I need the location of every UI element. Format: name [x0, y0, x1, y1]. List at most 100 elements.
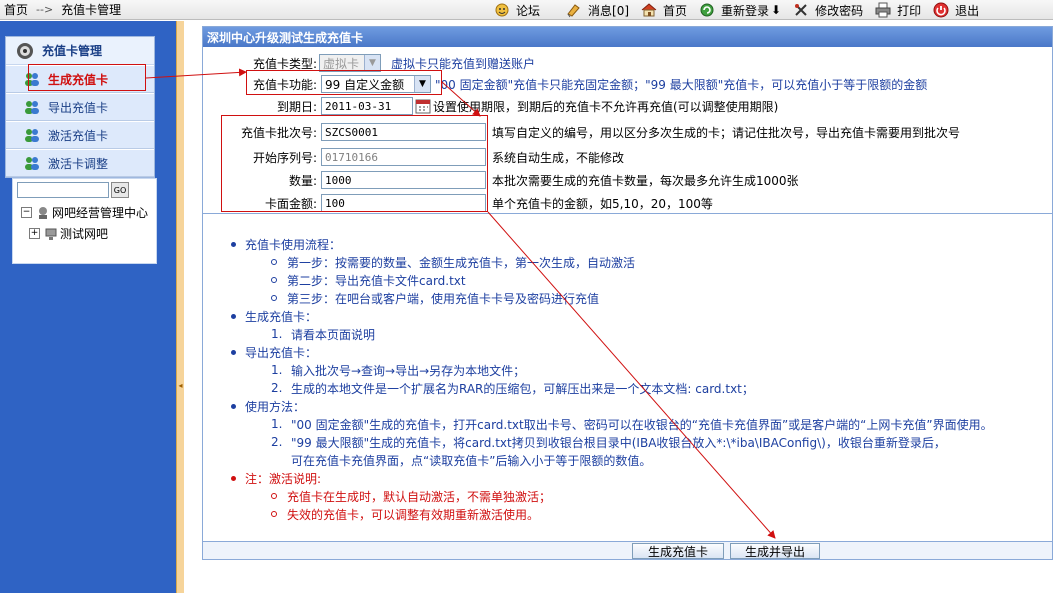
circle-bullet-icon [271, 493, 277, 499]
circle-bullet-icon [271, 259, 277, 265]
exit-icon [933, 2, 949, 18]
instruction-heading: 使用方法： [231, 397, 1031, 415]
sidebar-splitter[interactable]: ◂ [176, 21, 184, 593]
sidebar-title: 充值卡管理 [42, 44, 103, 58]
expire-hint: 设置使用期限，到期后的充值卡不允许再充值(可以调整使用期限) [433, 99, 779, 114]
breadcrumb-home[interactable]: 首页 [4, 1, 28, 18]
splitter-grip-icon[interactable]: ◂ [177, 381, 184, 393]
instruction-text: 失效的充值卡，可以调整有效期重新激活使用。 [287, 507, 540, 522]
network-icon [39, 206, 47, 219]
start-serial-hint: 系统自动生成，不能修改 [492, 150, 625, 165]
home-label: 首页 [663, 3, 688, 18]
card-type-hint: 虚拟卡只能充值到赠送账户 [391, 56, 536, 71]
instruction-item: 第二步：导出充值卡文件card.txt [231, 271, 1031, 289]
computer-icon [45, 228, 57, 240]
tree-panel: GO − 网吧经营管理中心 + 测试网吧 [12, 178, 157, 264]
relogin-link[interactable]: 重新登录 ⬇ [699, 2, 781, 19]
instruction-text: 充值卡在生成时，默认自动激活，不需单独激活； [287, 489, 552, 504]
instruction-heading: 充值卡使用流程： [231, 235, 1031, 253]
instruction-text: 生成充值卡： [245, 309, 318, 324]
tree-node-center[interactable]: − 网吧经营管理中心 [21, 204, 148, 221]
change-password-link[interactable]: 修改密码 [793, 2, 863, 19]
instruction-item: 第三步：在吧台或客户端，使用充值卡卡号及密码进行充值 [231, 289, 1031, 307]
face-value-hint: 单个充值卡的金额，如5,10，20，100等 [492, 196, 713, 211]
instruction-heading: 导出充值卡： [231, 343, 1031, 361]
sidebar-item-activate-card[interactable]: 激活充值卡 [6, 121, 154, 149]
card-manage-icon [17, 42, 33, 59]
sidebar-item-label: 导出充值卡 [48, 100, 109, 115]
instruction-number: 1. [271, 417, 283, 431]
button-bar: 生成充值卡 生成并导出 [203, 541, 1052, 559]
message-link[interactable]: 消息[0] [566, 2, 629, 19]
users-icon [25, 129, 39, 142]
generate-card-button[interactable]: 生成充值卡 [632, 543, 724, 559]
instruction-number: 1. [271, 327, 283, 341]
expand-toggle-icon[interactable]: + [29, 228, 40, 239]
tree-search-input[interactable] [17, 182, 109, 198]
tree-node-test-bar[interactable]: + 测试网吧 [29, 225, 108, 242]
collapse-toggle-icon[interactable]: − [21, 207, 32, 218]
sidebar-item-adjust-card[interactable]: 激活卡调整 [6, 149, 154, 177]
annotation-box-function [246, 70, 442, 95]
instruction-text: 充值卡使用流程： [245, 237, 342, 252]
expire-row: 到期日: 2011-03-31 设置使用期限，到期后的充值卡不允许再充值(可以调… [203, 97, 778, 115]
message-icon [567, 4, 580, 18]
instruction-text: 导出充值卡： [245, 345, 318, 360]
batch-hint: 填写自定义的编号，用以区分多次生成的卡；请记住批次号，导出充值卡需要用到批次号 [492, 125, 961, 140]
relogin-icon [700, 3, 714, 17]
forum-icon [495, 3, 509, 17]
breadcrumb: 首页 --> 充值卡管理 [0, 1, 121, 18]
bullet-icon [231, 403, 236, 409]
expire-date-input[interactable]: 2011-03-31 [321, 97, 413, 115]
relogin-label: 重新登录 [721, 3, 770, 18]
instruction-text: 输入批次号→查询→导出→另存为本地文件； [291, 363, 526, 378]
panel-title: 深圳中心升级测试生成充值卡 [203, 27, 1052, 47]
top-menu: 论坛 消息[0] 首页 重新登录 ⬇ 修改密码 打印 退出 [494, 0, 991, 20]
exit-link[interactable]: 退出 [933, 2, 979, 19]
circle-bullet-icon [271, 511, 277, 517]
instruction-item: 第一步：按需要的数量、金额生成充值卡，第一次生成，自动激活 [231, 253, 1031, 271]
instruction-item: 2. "99 最大限额"生成的充值卡，将card.txt拷贝到收银台根目录中(IB… [231, 433, 1031, 451]
instruction-item: 可在充值卡充值界面，点“读取充值卡”后输入小于等于限额的数值。 [231, 451, 1031, 469]
exit-label: 退出 [955, 3, 980, 18]
sidebar-item-export-card[interactable]: 导出充值卡 [6, 93, 154, 121]
annotation-box-fields [221, 115, 488, 212]
change-password-label: 修改密码 [815, 3, 864, 18]
instruction-number: 1. [271, 363, 283, 377]
tree-node-label: 测试网吧 [60, 227, 109, 241]
home-link[interactable]: 首页 [641, 2, 687, 19]
sidebar: 充值卡管理 生成充值卡 导出充值卡 激活充值卡 激活卡调整 GO − 网吧经营管… [0, 21, 176, 593]
instruction-heading: 注：激活说明: [231, 469, 1031, 487]
form-divider [203, 213, 1052, 214]
go-button[interactable]: GO [111, 182, 129, 198]
circle-bullet-icon [271, 295, 277, 301]
print-label: 打印 [897, 3, 922, 18]
instruction-text: "99 最大限额"生成的充值卡，将card.txt拷贝到收银台根目录中(IBA收… [291, 435, 946, 450]
expire-label: 到期日: [276, 99, 317, 114]
message-label: 消息[0] [588, 3, 630, 18]
sidebar-header[interactable]: 充值卡管理 [6, 37, 154, 65]
forum-link[interactable]: 论坛 [494, 2, 540, 19]
tree-node-label: 网吧经营管理中心 [52, 206, 149, 220]
card-type-label: 充值卡类型: [252, 56, 317, 71]
calendar-icon[interactable] [415, 98, 431, 114]
breadcrumb-separator: --> [36, 3, 54, 16]
print-link[interactable]: 打印 [875, 2, 921, 19]
instruction-text: 第三步：在吧台或客户端，使用充值卡卡号及密码进行充值 [287, 291, 600, 306]
forum-label: 论坛 [516, 3, 541, 18]
card-type-value: 虚拟卡 [323, 56, 360, 71]
home-icon [641, 3, 657, 17]
top-bar: 首页 --> 充值卡管理 论坛 消息[0] 首页 重新登录 ⬇ 修改密码 打印 [0, 0, 1053, 20]
instruction-text: "00 固定金额"生成的充值卡，打开card.txt取出卡号、密码可以在收银台的… [291, 417, 993, 432]
users-icon [25, 101, 39, 114]
instruction-item: 2. 生成的本地文件是一个扩展名为RAR的压缩包，可解压出来是一个文本文档: ca… [231, 379, 1031, 397]
instruction-text: 注：激活说明: [245, 471, 322, 486]
generate-export-button[interactable]: 生成并导出 [730, 543, 820, 559]
print-icon [875, 2, 891, 18]
sidebar-menu: 充值卡管理 生成充值卡 导出充值卡 激活充值卡 激活卡调整 [5, 36, 155, 178]
instruction-item: 1. 输入批次号→查询→导出→另存为本地文件； [231, 361, 1031, 379]
instruction-number: 2. [271, 381, 283, 395]
instruction-number: 2. [271, 435, 283, 449]
password-icon [795, 4, 807, 16]
instruction-item: 1. 请看本页面说明 [231, 325, 1031, 343]
